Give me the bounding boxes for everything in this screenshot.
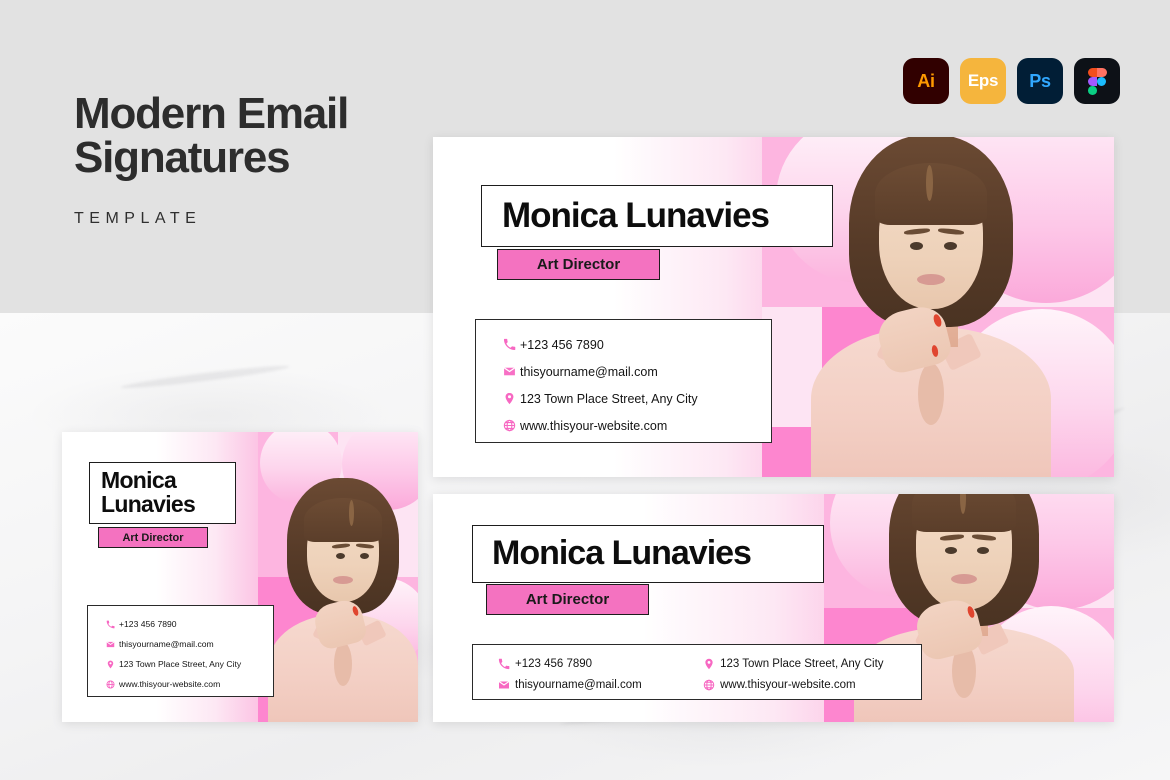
contact-row-phone[interactable]: +123 456 7890 [493,653,684,674]
contact-website: www.thisyour-website.com [520,418,668,433]
contact-email: thisyourname@mail.com [119,639,214,649]
portrait-photo [796,137,1066,477]
contact-row-address[interactable]: 123 Town Place Street, Any City [498,385,771,412]
contact-row-website[interactable]: www.thisyour-website.com [102,674,273,694]
page-title: Modern Email Signatures [74,89,349,182]
contact-address: 123 Town Place Street, Any City [520,391,698,406]
contact-row-address[interactable]: 123 Town Place Street, Any City [698,653,921,674]
marble-vein [120,362,290,392]
eps-icon[interactable]: Eps [960,58,1006,104]
contact-box: +123 456 7890 thisyourname@mail.com 123 … [87,605,274,697]
contact-box: +123 456 7890 thisyourname@mail.com 123 … [475,319,772,443]
eps-label: Eps [967,71,999,90]
heading-block: Modern Email Signatures TEMPLATE [74,89,349,228]
page-subtitle: TEMPLATE [74,210,202,227]
photoshop-icon[interactable]: Ps [1017,58,1063,104]
signature-card-wide[interactable]: Monica Lunavies Art Director +123 456 78… [433,494,1114,722]
portrait-photo [268,432,418,722]
contact-row-phone[interactable]: +123 456 7890 [102,614,273,634]
contact-box: +123 456 7890 thisyourname@mail.com 123 … [472,644,922,700]
name-box: Monica Lunavies [481,185,833,247]
phone-icon [498,338,520,351]
email-icon [493,679,515,691]
globe-icon [102,679,119,689]
phone-icon [493,658,515,670]
contact-column-left: +123 456 7890 thisyourname@mail.com [473,653,684,699]
location-icon [102,660,119,669]
globe-icon [698,679,720,691]
contact-phone: +123 456 7890 [119,619,177,629]
contact-row-phone[interactable]: +123 456 7890 [498,331,771,358]
contact-address: 123 Town Place Street, Any City [119,659,242,669]
contact-address: 123 Town Place Street, Any City [720,657,884,670]
name-box: Monica Lunavies [89,462,236,524]
photoshop-label: Ps [1029,70,1051,91]
contact-row-email[interactable]: thisyourname@mail.com [102,634,273,654]
globe-icon [498,419,520,432]
contact-phone: +123 456 7890 [520,337,604,352]
signature-name: Monica Lunavies [502,195,770,235]
email-icon [498,365,520,378]
signature-card-main[interactable]: Monica Lunavies Art Director +123 456 78… [433,137,1114,477]
contact-row-website[interactable]: www.thisyour-website.com [698,674,921,695]
illustrator-label: Ai [917,70,935,91]
contact-row-address[interactable]: 123 Town Place Street, Any City [102,654,273,674]
location-icon [498,392,520,405]
contact-column-right: 123 Town Place Street, Any City www.this… [684,653,921,699]
role-badge: Art Director [98,527,208,548]
contact-row-email[interactable]: thisyourname@mail.com [498,358,771,385]
location-icon [698,658,720,670]
figma-icon[interactable] [1074,58,1120,104]
signature-role: Art Director [536,256,621,273]
email-icon [102,640,119,649]
role-badge: Art Director [486,584,649,615]
contact-website: www.thisyour-website.com [720,678,856,691]
contact-phone: +123 456 7890 [515,657,593,670]
contact-row-email[interactable]: thisyourname@mail.com [493,674,684,695]
phone-icon [102,620,119,629]
signature-role: Art Director [122,531,184,544]
card-artwork-panel [258,432,418,722]
name-box: Monica Lunavies [472,525,824,583]
signature-role: Art Director [525,591,610,608]
signature-name: Monica Lunavies [492,534,752,573]
signature-name: Monica Lunavies [101,467,196,517]
role-badge: Art Director [497,249,660,280]
contact-row-website[interactable]: www.thisyour-website.com [498,412,771,439]
format-badges: Ai Eps Ps [903,58,1120,104]
illustrator-icon[interactable]: Ai [903,58,949,104]
contact-email: thisyourname@mail.com [520,364,658,379]
contact-email: thisyourname@mail.com [515,678,642,691]
signature-card-small[interactable]: Monica Lunavies Art Director +123 456 78… [62,432,418,722]
figma-glyph [1087,67,1107,95]
contact-website: www.thisyour-website.com [119,679,221,689]
